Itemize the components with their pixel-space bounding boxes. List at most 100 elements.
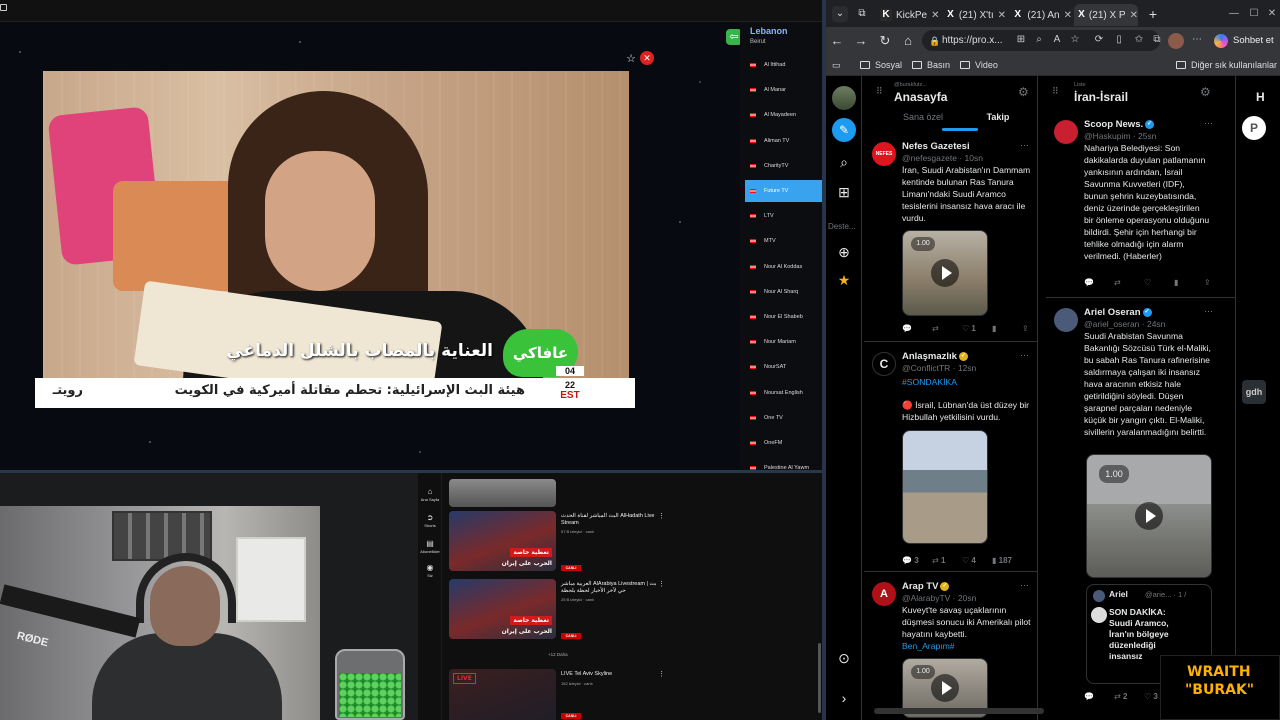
video-thumbnail[interactable]: تغطية خاصة الحرب على إيران bbox=[449, 511, 556, 571]
channel-item[interactable]: Nour Al Koddas bbox=[745, 256, 822, 278]
more-icon[interactable]: ⋮ bbox=[658, 671, 665, 679]
more-icon[interactable]: ⋮ bbox=[658, 581, 665, 589]
play-icon[interactable] bbox=[931, 259, 959, 287]
like-icon[interactable]: ♡ bbox=[1144, 278, 1174, 290]
retweet-icon[interactable]: ⇄ 1 bbox=[932, 556, 962, 568]
maximize-icon[interactable]: ☐ bbox=[1244, 6, 1264, 22]
tweet[interactable]: C Anlaşmazlık ✓ @ConflictTR · 12sn ⋯ #SON… bbox=[864, 344, 1037, 572]
gear-icon[interactable]: ⚙ bbox=[1200, 86, 1211, 98]
video-thumbnail-partial[interactable] bbox=[449, 479, 556, 507]
retweet-icon[interactable]: ⇄ bbox=[1114, 278, 1144, 290]
refresh-icon[interactable]: ↻ bbox=[876, 32, 894, 50]
reply-icon[interactable]: 💬 bbox=[1084, 692, 1114, 704]
extension-icon[interactable]: ⟳ bbox=[1092, 33, 1106, 47]
more-icon[interactable]: ⋯ bbox=[1190, 33, 1204, 47]
video-title[interactable]: العربية مباشر AlArabiya Livestream | بث … bbox=[561, 581, 661, 595]
retweet-icon[interactable]: ⇄ 2 bbox=[1114, 692, 1144, 704]
tab-for-you[interactable]: Sana özel bbox=[888, 112, 958, 128]
read-aloud-icon[interactable]: A bbox=[1050, 33, 1064, 47]
favorites-icon[interactable]: ✩ bbox=[1132, 33, 1146, 47]
channel-item[interactable]: Al Mayadeen bbox=[745, 104, 822, 126]
playback-speed[interactable]: 1.00 bbox=[911, 665, 935, 679]
tweet-avatar[interactable]: NEFES bbox=[872, 142, 896, 166]
bookmark-folder[interactable]: Sosyal bbox=[860, 57, 902, 73]
channel-item[interactable]: Aliman TV bbox=[745, 130, 822, 152]
tweet[interactable]: NEFES Nefes Gazetesi @nefesgazete · 10sn… bbox=[864, 134, 1037, 342]
more-icon[interactable]: ⋯ bbox=[1020, 350, 1029, 361]
minimize-icon[interactable]: — bbox=[1224, 6, 1244, 22]
tweet-author[interactable]: Arap TV ✓ bbox=[902, 581, 950, 592]
star-icon[interactable]: ☆ bbox=[625, 53, 637, 65]
bookmarks-icon[interactable]: ▭ bbox=[832, 57, 841, 73]
more-icon[interactable]: ⋯ bbox=[1204, 118, 1213, 129]
share-icon[interactable]: ⇪ bbox=[1022, 324, 1037, 336]
video-title[interactable]: البث المباشر لقناة الحدث AlHadath Live S… bbox=[561, 513, 661, 527]
tab-following[interactable]: Takip bbox=[968, 112, 1028, 128]
tweet-video[interactable]: 1.00 bbox=[1086, 454, 1212, 578]
collections-icon[interactable]: ⧉ bbox=[1150, 33, 1164, 47]
copilot-button[interactable]: Sohbet et bbox=[1214, 32, 1280, 50]
gdh-icon[interactable]: gdh bbox=[1242, 380, 1266, 404]
yt-nav-subscriptions[interactable]: ▤ Abonelikler bbox=[418, 535, 442, 559]
channel-item[interactable]: Nour El Shabeb bbox=[745, 306, 822, 328]
chevron-down-icon[interactable]: ⌄ bbox=[832, 6, 848, 22]
channel-item[interactable]: Future TV bbox=[745, 180, 822, 202]
expand-icon[interactable]: › bbox=[834, 688, 854, 708]
reply-icon[interactable]: 💬 3 bbox=[902, 556, 932, 568]
tweet[interactable]: Scoop News. ✓ @Haskupim · 25sn ⋯ Nahariya… bbox=[1046, 112, 1235, 298]
forward-icon[interactable]: → bbox=[852, 32, 870, 50]
tweet-avatar[interactable]: A bbox=[872, 582, 896, 606]
channel-item[interactable]: Nour Mariam bbox=[745, 331, 822, 353]
views-icon[interactable]: ▮ bbox=[992, 324, 1022, 336]
channel-item[interactable]: Palestine Al Yawm bbox=[745, 457, 822, 470]
show-more-link[interactable]: +12 Daha bbox=[548, 652, 578, 660]
tweet-author[interactable]: Ariel Oseran ✓ bbox=[1084, 307, 1152, 318]
tweet-avatar[interactable] bbox=[1054, 308, 1078, 332]
profile-avatar[interactable] bbox=[1168, 33, 1184, 49]
more-icon[interactable]: ⋯ bbox=[1204, 306, 1213, 317]
more-icon[interactable]: ⋮ bbox=[658, 513, 665, 521]
video-thumbnail[interactable]: LIVE bbox=[449, 669, 556, 720]
drag-handle-icon[interactable]: ⠿ bbox=[876, 86, 883, 96]
reply-icon[interactable]: 💬 bbox=[902, 324, 932, 336]
split-screen-icon[interactable]: ▯ bbox=[1112, 33, 1126, 47]
playback-speed[interactable]: 1.00 bbox=[911, 237, 935, 251]
tab-close-icon[interactable]: ✕ bbox=[1064, 10, 1072, 21]
more-icon[interactable]: ⋯ bbox=[1020, 140, 1029, 151]
add-column-icon[interactable]: ⊞ bbox=[834, 182, 854, 202]
channel-item[interactable]: CharityTV bbox=[745, 155, 822, 177]
play-icon[interactable] bbox=[1135, 502, 1163, 530]
gear-icon[interactable]: ⚙ bbox=[1018, 86, 1029, 98]
scrollbar[interactable] bbox=[818, 643, 821, 713]
playback-speed[interactable]: 1.00 bbox=[1099, 465, 1129, 483]
bookmark-folder[interactable]: Basın bbox=[912, 57, 950, 73]
channel-item[interactable]: Al Ittihad bbox=[745, 54, 822, 76]
video-title[interactable]: LIVE Tel Aviv Skyline bbox=[561, 671, 661, 678]
yt-nav-you[interactable]: ◉ Siz bbox=[418, 559, 442, 583]
star-icon[interactable]: ★ bbox=[834, 270, 854, 290]
like-icon[interactable]: ♡ 1 bbox=[962, 324, 992, 336]
zoom-icon[interactable]: ⌕ bbox=[1032, 33, 1046, 47]
other-bookmarks[interactable]: Diğer sık kullanılanlar bbox=[1176, 57, 1277, 73]
channel-item[interactable]: Al Manar bbox=[745, 79, 822, 101]
tab-x-2[interactable]: X (21) An ✕ bbox=[1008, 4, 1072, 26]
tweet-hashtag[interactable]: #SONDAKİKA bbox=[902, 376, 1034, 388]
reply-icon[interactable]: 💬 bbox=[1084, 278, 1114, 290]
more-icon[interactable]: ⋯ bbox=[1020, 580, 1029, 591]
tab-close-icon[interactable]: ✕ bbox=[1130, 10, 1138, 21]
tweet-video[interactable]: 1.00 bbox=[902, 230, 988, 316]
horizontal-scrollbar[interactable] bbox=[874, 708, 1044, 714]
views-icon[interactable]: ▮ 187 bbox=[992, 556, 1022, 568]
tweet-author[interactable]: Scoop News. ✓ bbox=[1084, 119, 1155, 130]
channel-item[interactable]: OneFM bbox=[745, 432, 822, 454]
home-icon[interactable]: ⌂ bbox=[899, 32, 917, 50]
window-icon[interactable] bbox=[0, 4, 7, 11]
window-close-icon[interactable]: ✕ bbox=[1262, 6, 1280, 22]
tweet-image[interactable] bbox=[902, 430, 988, 544]
channel-item[interactable]: LTV bbox=[745, 205, 822, 227]
tab-kick[interactable]: K KickPe ✕ bbox=[876, 4, 940, 26]
tweet[interactable]: A Arap TV ✓ @AlarabyTV · 20sn ⋯ Kuveyt'te… bbox=[864, 574, 1037, 720]
tab-close-icon[interactable]: ✕ bbox=[998, 10, 1006, 21]
p-icon[interactable]: P bbox=[1242, 116, 1266, 140]
tweet-mention[interactable]: Ben_Arapım# bbox=[902, 640, 1034, 652]
